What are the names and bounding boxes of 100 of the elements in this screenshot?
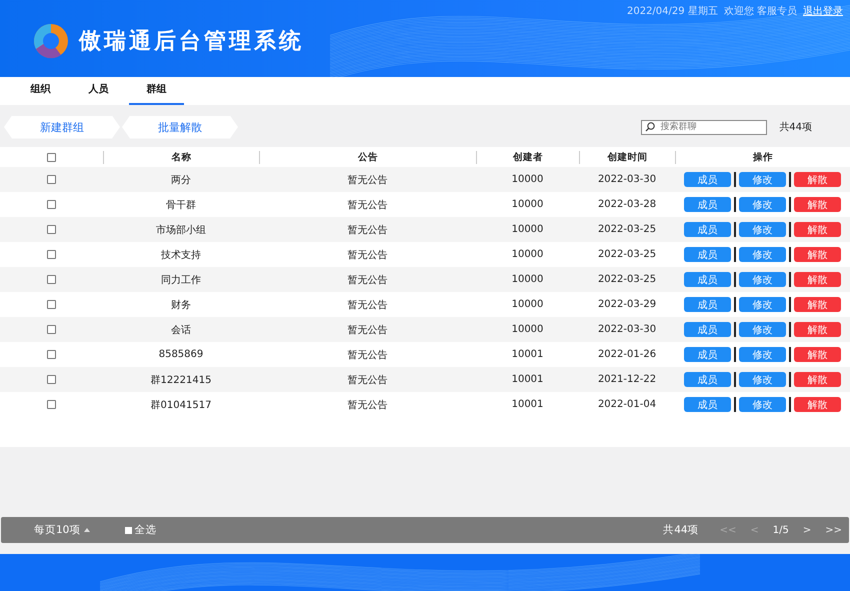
column-header: 创建时间 [579, 150, 675, 164]
column-header: 操作 [675, 150, 850, 164]
action-button[interactable]: 修改 [739, 322, 786, 337]
action-button[interactable]: 修改 [739, 222, 786, 237]
table-cell-text: 10001 [510, 399, 544, 410]
search-field[interactable]: 搜索群聊 [641, 120, 768, 134]
table-cell-text: 2022-03-25 [596, 274, 658, 285]
pager-button[interactable]: > [802, 524, 812, 536]
page-size-select[interactable]: 每页10项 [34, 523, 80, 537]
table-cell-text: 2022-01-04 [596, 399, 658, 410]
row-checkbox[interactable] [47, 375, 56, 384]
tab[interactable]: 群组 [129, 77, 184, 105]
table-cell-text: 2022-03-30 [596, 174, 658, 185]
row-checkbox[interactable] [47, 350, 56, 359]
table-cell-text: 会话 [170, 324, 192, 336]
select-all-checkbox[interactable] [125, 526, 132, 534]
table-cell-text: 市场部小组 [155, 224, 207, 236]
row-checkbox[interactable] [47, 250, 56, 259]
total-count: 共44项 [663, 523, 699, 537]
tab[interactable]: 人员 [71, 77, 126, 105]
action-button[interactable]: 修改 [739, 272, 786, 287]
action-button[interactable]: 修改 [739, 347, 786, 362]
table-cell-text: 暂无公告 [346, 298, 388, 312]
row-checkbox[interactable] [47, 325, 56, 334]
table-cell-text: 技术支持 [160, 248, 202, 262]
table-cell-text: 群01041517 [150, 398, 212, 412]
action-button[interactable]: 解散 [794, 297, 841, 312]
column-header: 创建者 [476, 150, 579, 164]
action-button[interactable]: 修改 [739, 197, 786, 212]
row-checkbox[interactable] [47, 400, 56, 409]
action-button[interactable]: 解散 [794, 172, 841, 187]
select-all-checkbox[interactable] [47, 152, 56, 162]
logo-icon [33, 22, 69, 58]
table-cell-text: 同力工作 [160, 274, 202, 286]
toolbar-button[interactable]: 批量解散 [122, 116, 238, 138]
action-button[interactable]: 解散 [794, 222, 841, 237]
action-button[interactable]: 修改 [739, 247, 786, 262]
action-button[interactable]: 成员 [684, 247, 731, 262]
tab[interactable]: 组织 [13, 77, 68, 105]
action-button[interactable]: 解散 [794, 397, 841, 412]
table-cell-text: 暂无公告 [346, 198, 388, 212]
select-all-label: 全选 [134, 523, 156, 537]
action-button[interactable]: 解散 [794, 347, 841, 362]
table-cell-text: 10000 [510, 249, 544, 260]
table-cell-text: 10000 [510, 299, 544, 310]
toolbar-button[interactable]: 新建群组 [4, 116, 120, 138]
table-cell-text: 暂无公告 [346, 324, 388, 336]
action-button[interactable]: 成员 [684, 272, 731, 287]
action-button[interactable]: 修改 [739, 372, 786, 387]
table-cell-text: 2022-03-28 [596, 199, 658, 210]
table-cell-text: 暂无公告 [346, 248, 388, 262]
table-cell-text: 暂无公告 [346, 224, 388, 236]
action-button[interactable]: 成员 [684, 397, 731, 412]
row-checkbox[interactable] [47, 300, 56, 309]
action-button[interactable]: 成员 [684, 322, 731, 337]
table-cell-text: 10001 [510, 349, 544, 360]
action-button[interactable]: 成员 [684, 347, 731, 362]
search-icon [645, 122, 656, 132]
table-cell-text: 暂无公告 [346, 174, 388, 186]
table-cell-text: 骨干群 [165, 198, 197, 212]
row-checkbox[interactable] [47, 200, 56, 209]
table-cell-text: 2022-03-25 [596, 249, 658, 260]
date-text: 2022/04/29 星期五 [626, 4, 718, 18]
action-button[interactable]: 成员 [684, 372, 731, 387]
action-button[interactable]: 解散 [794, 322, 841, 337]
action-button[interactable]: 成员 [684, 222, 731, 237]
table-cell-text: 10000 [510, 224, 544, 235]
welcome-text: 欢迎您 客服专员 [724, 4, 797, 18]
pager-button[interactable]: >> [825, 524, 842, 536]
action-button[interactable]: 修改 [739, 172, 786, 187]
action-button[interactable]: 成员 [684, 197, 731, 212]
row-checkbox[interactable] [47, 225, 56, 234]
table-cell-text: 2022-03-25 [596, 224, 658, 235]
logout-link[interactable]: 退出登录 [803, 4, 843, 18]
table-cell-text: 两分 [170, 174, 192, 186]
action-button[interactable]: 解散 [794, 372, 841, 387]
table-cell-text: 10000 [510, 274, 544, 285]
table-cell-text: 2021-12-22 [596, 374, 658, 385]
table-cell-text: 暂无公告 [346, 398, 388, 412]
table-cell-text: 2022-01-26 [596, 349, 658, 360]
action-button[interactable]: 解散 [794, 247, 841, 262]
action-button[interactable]: 修改 [739, 397, 786, 412]
table-cell-text: 10000 [510, 174, 544, 185]
row-checkbox[interactable] [47, 275, 56, 284]
table-cell-text: 10000 [510, 199, 544, 210]
action-button[interactable]: 解散 [794, 272, 841, 287]
table-cell-text: 群12221415 [150, 374, 212, 386]
table-cell-text: 2022-03-29 [596, 299, 658, 310]
action-button[interactable]: 修改 [739, 297, 786, 312]
row-checkbox[interactable] [47, 175, 56, 184]
table-cell-text: 8585869 [158, 349, 204, 360]
table-cell-text: 暂无公告 [346, 348, 388, 362]
column-header: 名称 [103, 150, 259, 164]
table-cell-text: 10001 [510, 374, 544, 385]
action-button[interactable]: 成员 [684, 297, 731, 312]
action-button[interactable]: 成员 [684, 172, 731, 187]
item-count: 共44项 [779, 120, 812, 134]
caret-icon [84, 528, 90, 532]
action-button[interactable]: 解散 [794, 197, 841, 212]
table-cell-text: 暂无公告 [346, 274, 388, 286]
